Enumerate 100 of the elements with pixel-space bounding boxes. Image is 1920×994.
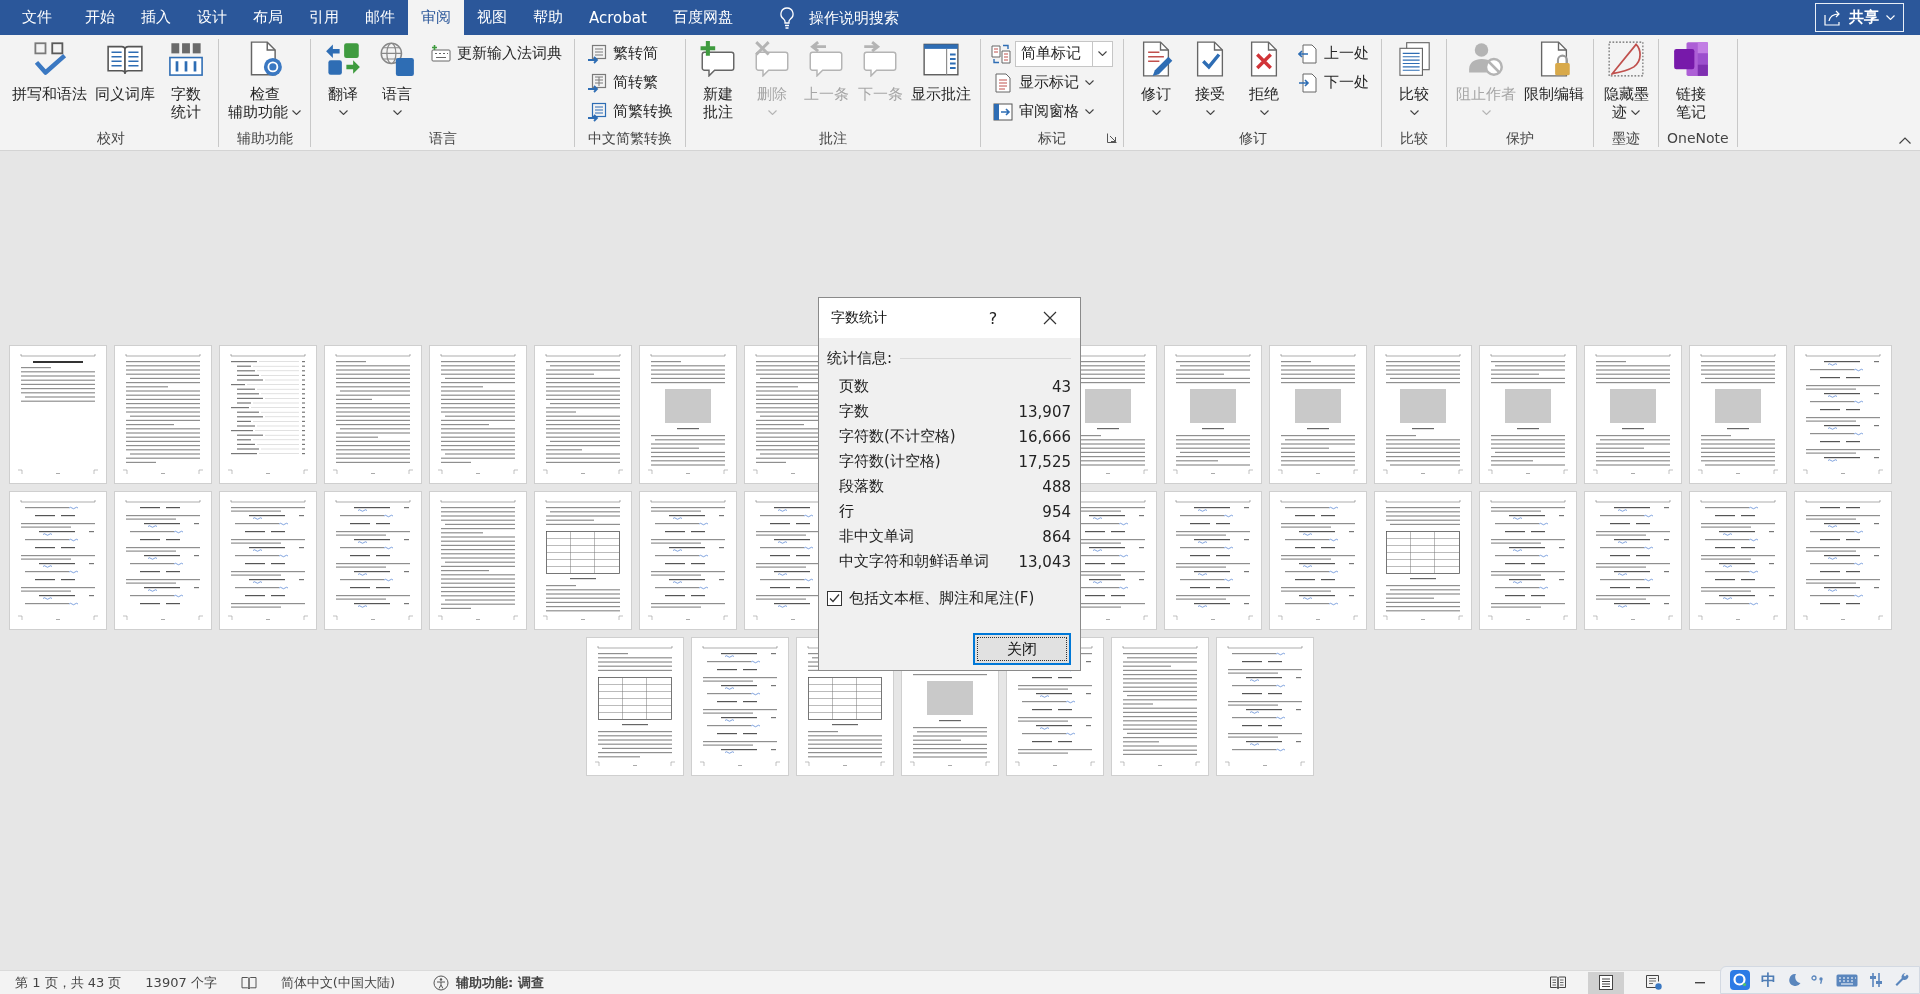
- stat-label: 字数: [839, 402, 870, 421]
- group-label: 墨迹: [1612, 128, 1640, 147]
- group-label: 批注: [819, 128, 847, 147]
- group-label: 标记: [1038, 128, 1066, 147]
- chevron-up-icon[interactable]: [1899, 137, 1911, 144]
- stat-value: 17,525: [1018, 452, 1071, 471]
- comment-plus-icon: [700, 41, 736, 77]
- counter-icon: [168, 41, 204, 77]
- documents-icon: [1396, 41, 1432, 77]
- view-button[interactable]: [1588, 971, 1624, 994]
- document-right-arrow-icon: [1298, 72, 1318, 93]
- ribbon-button[interactable]: 显示批注: [908, 39, 974, 128]
- comment-right-arrow-icon: [862, 41, 898, 77]
- language-indicator[interactable]: 简体中文(中国大陆): [280, 973, 395, 992]
- checkbox[interactable]: [827, 591, 842, 606]
- stat-label: 字符数(不计空格): [839, 427, 957, 446]
- ribbon-tab[interactable]: 布局: [240, 0, 296, 35]
- group-label: 中文简繁转换: [588, 128, 672, 147]
- ribbon-button[interactable]: 限制编辑: [1521, 39, 1587, 128]
- ribbon-button[interactable]: 显示标记: [987, 68, 1117, 97]
- accessibility-icon: [433, 974, 449, 991]
- notebook-icon: [1673, 41, 1709, 77]
- ribbon-button[interactable]: 拒绝: [1238, 39, 1290, 128]
- ribbon-button[interactable]: 链接 笔记: [1665, 39, 1717, 128]
- markup-dropdown[interactable]: 简单标记: [1015, 40, 1113, 67]
- document-icon: [993, 72, 1013, 93]
- ribbon-button[interactable]: 隐藏墨 迹: [1600, 39, 1652, 128]
- share-button[interactable]: 共享: [1815, 3, 1904, 32]
- slider-icon[interactable]: [1868, 972, 1883, 988]
- keyboard-icon[interactable]: [1836, 973, 1859, 987]
- box-arrow-icon: [587, 101, 607, 122]
- share-icon: [1824, 9, 1842, 26]
- ribbon-tab[interactable]: 引用: [296, 0, 352, 35]
- documents-icon[interactable]: [991, 43, 1011, 64]
- ribbon-button[interactable]: 同义词库: [92, 39, 158, 128]
- search-field[interactable]: 操作说明搜索: [808, 6, 913, 29]
- ribbon-button[interactable]: 简转繁: [581, 68, 679, 97]
- ribbon-tab[interactable]: 开始: [72, 0, 128, 35]
- ribbon-tab[interactable]: 审阅: [408, 0, 464, 35]
- panel-icon: [923, 41, 959, 77]
- stat-value: 16,666: [1018, 427, 1071, 446]
- help-button[interactable]: ?: [978, 298, 1008, 338]
- group-label: 保护: [1506, 128, 1534, 147]
- ribbon-button[interactable]: 比较: [1388, 39, 1440, 128]
- stat-label: 非中文单词: [839, 527, 915, 546]
- comment-x-icon: [754, 41, 790, 77]
- stat-value: 954: [1041, 502, 1071, 521]
- ribbon-button[interactable]: 新建 批注: [692, 39, 744, 128]
- page-indicator[interactable]: 第 1 页，共 43 页: [15, 973, 122, 992]
- ribbon-button[interactable]: 更新输入法词典: [425, 39, 568, 68]
- launcher-icon[interactable]: [1107, 132, 1117, 143]
- group-label: 校对: [96, 128, 125, 147]
- stat-value: 13,907: [1018, 402, 1071, 421]
- lightbulb-icon[interactable]: [778, 6, 795, 29]
- ribbon-button[interactable]: 简繁转换: [581, 97, 679, 126]
- open-book-icon: [1550, 976, 1566, 989]
- checkbox-label: 包括文本框、脚注和尾注(F): [849, 589, 1035, 608]
- accessibility-button[interactable]: 辅助功能: 调查: [433, 973, 544, 992]
- minus-icon: [1695, 981, 1705, 984]
- ribbon-tab[interactable]: 视图: [464, 0, 520, 35]
- ribbon-tab[interactable]: 插入: [128, 0, 184, 35]
- person-block-icon: [1468, 41, 1504, 77]
- wrench-icon[interactable]: [1893, 972, 1910, 988]
- ribbon-tab[interactable]: 邮件: [352, 0, 408, 35]
- stat-label: 页数: [839, 377, 870, 396]
- ribbon-button[interactable]: 拼写和语法: [9, 39, 90, 128]
- ribbon-button[interactable]: 翻译: [317, 39, 369, 128]
- word-count-indicator[interactable]: 13907 个字: [145, 973, 217, 992]
- app-logo-icon[interactable]: [1730, 970, 1751, 990]
- input-mode-button[interactable]: 中: [1761, 970, 1777, 990]
- moon-icon[interactable]: [1786, 973, 1801, 987]
- ribbon-tab[interactable]: 设计: [184, 0, 240, 35]
- comment-left-arrow-icon: [808, 41, 844, 77]
- keyboard-icon: [431, 43, 451, 64]
- checkmark-icon: [31, 41, 68, 77]
- ink-curve-icon: [1608, 41, 1644, 77]
- ribbon-button[interactable]: 字数 统计: [160, 39, 212, 128]
- ribbon-button[interactable]: 繁转简: [581, 39, 679, 68]
- ribbon-tab[interactable]: 文件: [2, 0, 72, 35]
- ribbon-button[interactable]: 上一处: [1292, 39, 1375, 68]
- dialog-title: 字数统计: [831, 309, 888, 327]
- ribbon-button[interactable]: 下一处: [1292, 68, 1375, 97]
- dialog-close-button[interactable]: 关闭: [973, 633, 1071, 665]
- punctuation-icon[interactable]: [1811, 975, 1826, 985]
- ribbon-button[interactable]: 修订: [1130, 39, 1182, 128]
- group-label: 比较: [1400, 128, 1428, 147]
- ribbon-button[interactable]: 语言: [371, 39, 423, 128]
- ribbon-tab[interactable]: Acrobat: [576, 0, 660, 35]
- group-label: 修订: [1238, 128, 1267, 147]
- box-arrow-icon: [587, 72, 607, 93]
- document-left-arrow-icon: [1298, 43, 1318, 64]
- stat-value: 43: [1050, 377, 1071, 396]
- ribbon-tab[interactable]: 百度网盘: [659, 0, 746, 35]
- stat-label: 字符数(计空格): [839, 452, 942, 471]
- ribbon-button[interactable]: 审阅窗格: [987, 97, 1117, 126]
- ribbon-button[interactable]: 接受: [1184, 39, 1236, 128]
- close-icon: [1043, 311, 1057, 325]
- book-icon[interactable]: [240, 975, 257, 990]
- ribbon-tab[interactable]: 帮助: [520, 0, 576, 35]
- ribbon-button[interactable]: 检查 辅助功能: [225, 39, 304, 128]
